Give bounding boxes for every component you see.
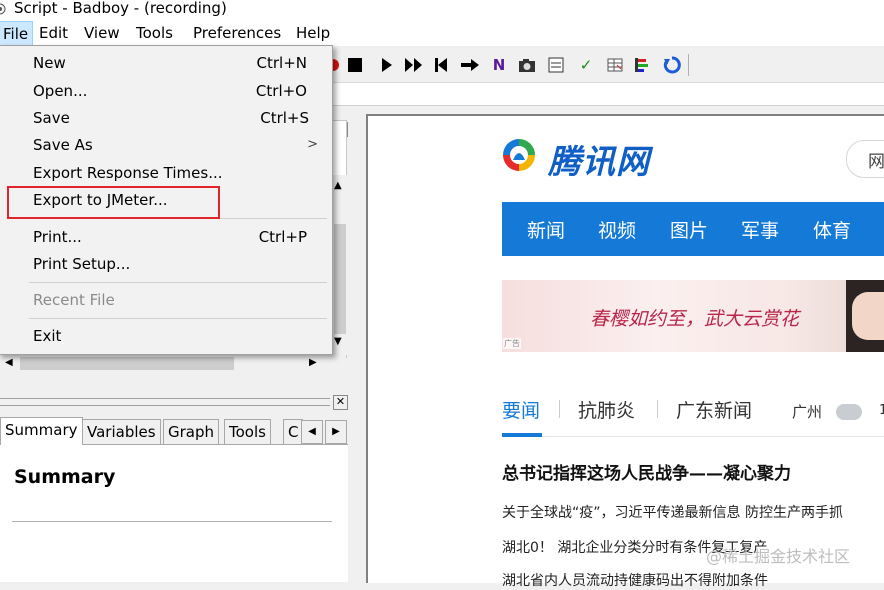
checkmark-icon[interactable]: ✓ [577,56,595,74]
nav-item-news[interactable]: 新闻 [527,216,565,243]
file-menu-new[interactable]: New Ctrl+N [0,50,332,76]
tencent-logo-icon [503,139,535,171]
menu-edit[interactable]: Edit [39,24,68,42]
file-menu-recent-file: Recent File [0,287,332,313]
menu-item-shortcut: Ctrl+S [260,109,309,127]
menu-item-label: Export Response Times... [33,164,223,182]
search-box-text: 网 [868,152,884,172]
tab-scroll-right-icon[interactable]: ▶ [325,420,347,444]
news-tab-divider [657,400,658,418]
horizontal-scrollbar-thumb[interactable] [20,357,234,370]
close-icon[interactable]: ✕ [333,395,348,410]
menu-item-label: New [33,54,66,72]
nav-item-military[interactable]: 军事 [741,216,779,243]
news-tabs-rule [502,436,884,437]
tab-variables[interactable]: Variables [82,419,161,444]
tab-summary[interactable]: Summary [0,417,83,445]
news-tab-active-indicator [502,433,542,437]
banner-text: 春樱如约至，武大云赏花 [590,308,800,330]
panel-splitter[interactable] [0,398,330,406]
annotation-highlight-box [7,186,220,219]
summary-divider [12,521,332,522]
menu-item-shortcut: Ctrl+O [255,82,307,100]
tab-tools[interactable]: Tools [224,419,271,444]
news-link[interactable]: 关于全球战“疫”，习近平传递最新信息 防控生产两手抓 [502,502,843,522]
tab-overflow[interactable]: C [283,419,303,444]
menu-item-label: Print Setup... [33,255,131,273]
menu-help[interactable]: Help [296,24,330,42]
title-bar: Script - Badboy - (recording) [0,0,884,20]
scroll-up-icon[interactable]: ▲ [334,180,342,191]
menu-item-label: Exit [33,327,62,345]
menu-separator [29,282,327,283]
news-tab-guangdong[interactable]: 广东新闻 [676,396,752,423]
menu-separator [29,318,327,319]
nav-item-video[interactable]: 视频 [598,216,636,243]
menu-preferences[interactable]: Preferences [193,24,281,42]
scroll-down-icon[interactable]: ▼ [334,336,342,347]
scroll-right-icon[interactable]: ▶ [309,357,317,368]
news-link[interactable]: 湖北省内人员流动持健康码出不得附加条件 [502,570,768,590]
menu-item-label: Recent File [33,291,115,309]
weather-city[interactable]: 广州 [792,401,822,422]
file-menu-save-as[interactable]: Save As > [0,132,332,158]
fast-forward-icon[interactable] [404,56,422,74]
form-icon[interactable] [547,56,565,74]
news-tab-divider [559,400,560,418]
site-logo-text[interactable]: 腾讯网 [548,135,650,183]
banner-portrait-face [852,292,884,340]
menu-view[interactable]: View [84,24,120,42]
nav-item-sports[interactable]: 体育 [813,216,851,243]
submenu-arrow-icon: > [307,137,318,152]
menu-bar: File Edit View Tools Preferences Help [0,20,884,46]
file-menu-open[interactable]: Open... Ctrl+O [0,78,332,104]
menu-file[interactable]: File [0,21,34,46]
tab-graph[interactable]: Graph [163,419,220,444]
tree-icon[interactable] [633,56,651,74]
cloud-icon [836,404,862,420]
toolbar-separator [688,54,689,76]
window-title: Script - Badboy - (recording) [14,0,227,17]
app-icon [0,3,6,15]
summary-pane [0,444,348,582]
table-icon[interactable] [606,56,624,74]
menu-item-shortcut: Ctrl+P [258,228,307,246]
scroll-left-icon[interactable]: ◀ [5,357,13,368]
news-tab-headlines[interactable]: 要闻 [502,396,540,423]
stop-icon[interactable] [346,56,364,74]
menu-item-label: Open... [33,82,88,100]
menu-item-label: Print... [33,228,82,246]
file-menu-print-setup[interactable]: Print Setup... [0,251,332,277]
refresh-icon[interactable] [663,56,681,74]
weather-temp: 1 [879,403,884,418]
address-strip[interactable] [333,83,884,106]
file-menu-print[interactable]: Print... Ctrl+P [0,224,332,250]
news-tab-epidemic[interactable]: 抗肺炎 [578,396,635,423]
n-icon[interactable]: N [490,56,508,74]
play-icon[interactable] [378,56,396,74]
vertical-scrollbar-thumb[interactable] [334,224,346,334]
menu-item-label: Save As [33,136,93,154]
summary-heading: Summary [14,466,116,488]
menu-tools[interactable]: Tools [136,24,173,42]
tab-scroll-left-icon[interactable]: ◀ [301,420,323,444]
watermark: @稀土掘金技术社区 [706,547,851,566]
tab-strip: Summary Variables Graph Tools C ◀ ▶ [0,417,350,445]
menu-item-shortcut: Ctrl+N [256,54,307,72]
file-menu-exit[interactable]: Exit [0,323,332,349]
step-forward-icon[interactable] [460,56,479,74]
nav-item-pictures[interactable]: 图片 [670,216,708,243]
menu-item-label: Save [33,109,70,127]
file-menu-save[interactable]: Save Ctrl+S [0,105,332,131]
step-back-icon[interactable] [432,56,450,74]
file-menu-export-response-times[interactable]: Export Response Times... [0,160,332,186]
camera-icon[interactable] [518,56,536,74]
ad-tag: 广告 [503,338,521,349]
news-headline[interactable]: 总书记指挥这场人民战争——凝心聚力 [502,459,791,484]
